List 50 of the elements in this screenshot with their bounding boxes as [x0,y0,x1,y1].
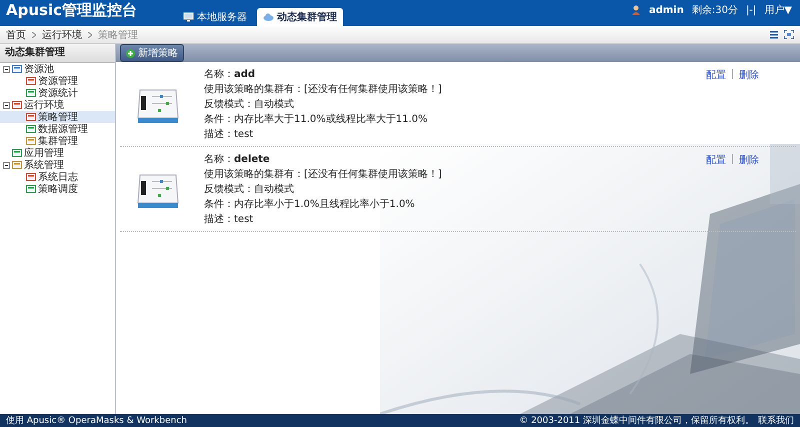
policy-detail: 使用该策略的集群有：[还没有任何集群使用该策略！] [204,168,443,182]
tree-item[interactable]: 策略调度 [0,183,115,195]
session-time: 剩余:30分 [692,4,738,17]
policy-detail: 使用该策略的集群有：[还没有任何集群使用该策略！] [204,83,443,97]
tree-item[interactable]: 资源池 [0,63,115,75]
cloud-icon [263,12,274,22]
user-icon [630,5,641,15]
monitor-icon [183,12,194,22]
tree-item[interactable]: 数据源管理 [0,123,115,135]
tree-item[interactable]: 集群管理 [0,135,115,147]
action-link[interactable]: 删除 [739,153,759,167]
user-name: admin [648,4,684,16]
action-link[interactable]: 删除 [739,68,759,82]
collapse-icon[interactable] [3,66,10,72]
sidebar-title: 动态集群管理 [0,44,115,63]
policy-detail: 条件：内存比率大于11.0%或线程比率大于11.0% [204,113,429,127]
policy-detail: 反馈模式：自动模式 [204,183,295,197]
breadcrumb-link[interactable]: 首页 [6,28,26,42]
collapse-icon[interactable] [3,162,10,168]
collapse-icon[interactable] [3,102,10,108]
policy-detail: 描述：test [204,213,254,227]
footer-credit: 使用 Apusic® OperaMasks & Workbench [6,414,187,427]
fullscreen-icon[interactable] [784,30,794,39]
plus-icon [126,48,135,58]
user-menu[interactable]: 用户▼ [764,3,792,17]
policy-detail: 反馈模式：自动模式 [204,98,295,112]
chevron-icon [88,32,92,38]
tree-item[interactable]: 应用管理 [0,147,115,159]
nav-tab[interactable]: 本地服务器 [177,8,253,26]
tree-item[interactable]: 资源管理 [0,75,115,87]
list-icon[interactable] [770,30,778,39]
policy-detail: 条件：内存比率小于1.0%且线程比率小于1.0% [204,198,416,212]
tree-item[interactable]: 系统日志 [0,171,115,183]
app-logo: Apusic管理监控台 [5,1,138,21]
copyright-text: © 2003-2011 深圳金蝶中间件有限公司，保留所有权利。 [519,414,754,427]
action-link[interactable]: 配置 [706,68,726,82]
nav-tab[interactable]: 动态集群管理 [257,8,343,26]
policy-name: 名称：add [204,68,256,82]
action-link[interactable]: 配置 [706,153,726,167]
policy-detail: 描述：test [204,128,254,142]
policy-name: 名称：delete [204,153,271,167]
tree-item[interactable]: 系统管理 [0,159,115,171]
tree-item[interactable]: 运行环境 [0,99,115,111]
chevron-icon [32,32,36,38]
tree-item[interactable]: 资源统计 [0,87,115,99]
session-separator: |-| [746,4,756,16]
add-policy-button[interactable]: 新增策略 [120,44,184,62]
tree-item[interactable]: 策略管理 [0,111,115,123]
breadcrumb-link[interactable]: 运行环境 [42,28,82,42]
contact-link[interactable]: 联系我们 [758,414,794,427]
